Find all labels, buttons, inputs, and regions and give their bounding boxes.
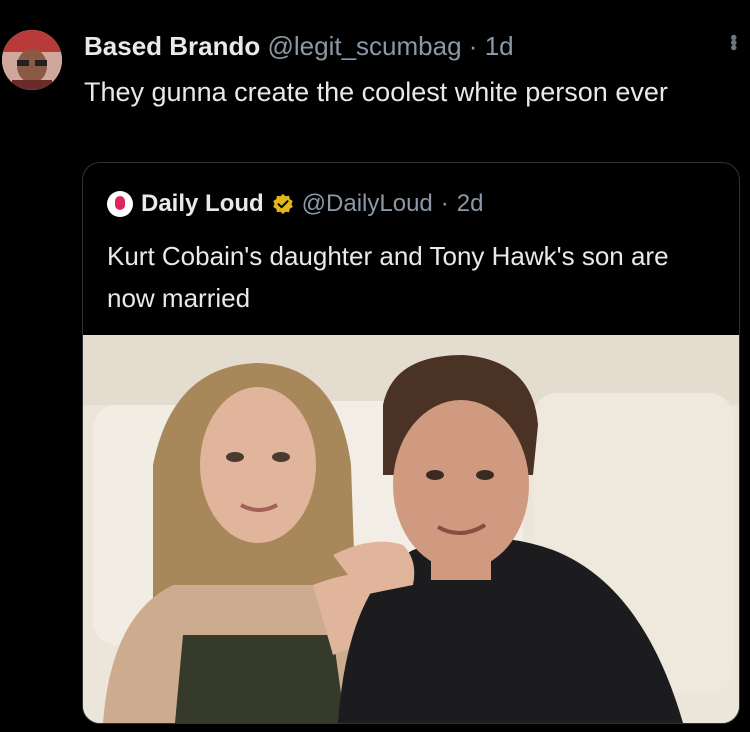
quoted-separator: ·: [440, 190, 449, 217]
quoted-tweet-photo[interactable]: [83, 335, 739, 723]
avatar-image: [2, 30, 62, 90]
quoted-author-name[interactable]: Daily Loud: [141, 189, 264, 219]
tweet-header: Based Brando @legit_scumbag · 1d: [84, 30, 514, 62]
tweet-text: They gunna create the coolest white pers…: [84, 77, 668, 107]
quoted-timestamp[interactable]: 2d: [457, 189, 484, 219]
quoted-author-handle[interactable]: @DailyLoud: [302, 189, 433, 219]
quoted-tweet-text: Kurt Cobain's daughter and Tony Hawk's s…: [107, 241, 669, 313]
more-options-icon[interactable]: •••: [721, 34, 744, 49]
author-name[interactable]: Based Brando: [84, 31, 260, 61]
quoted-tweet-header: Daily Loud @DailyLoud · 2d: [107, 189, 483, 219]
quoted-avatar[interactable]: [107, 191, 133, 217]
avatar[interactable]: [2, 30, 62, 90]
author-handle[interactable]: @legit_scumbag: [268, 31, 462, 61]
tweet[interactable]: Based Brando @legit_scumbag · 1d ••• The…: [0, 0, 750, 732]
timestamp[interactable]: 1d: [485, 31, 514, 61]
verified-badge-icon: [272, 194, 293, 214]
separator: ·: [468, 31, 478, 61]
quoted-tweet[interactable]: Daily Loud @DailyLoud · 2d Kurt Cobain's…: [82, 162, 740, 724]
